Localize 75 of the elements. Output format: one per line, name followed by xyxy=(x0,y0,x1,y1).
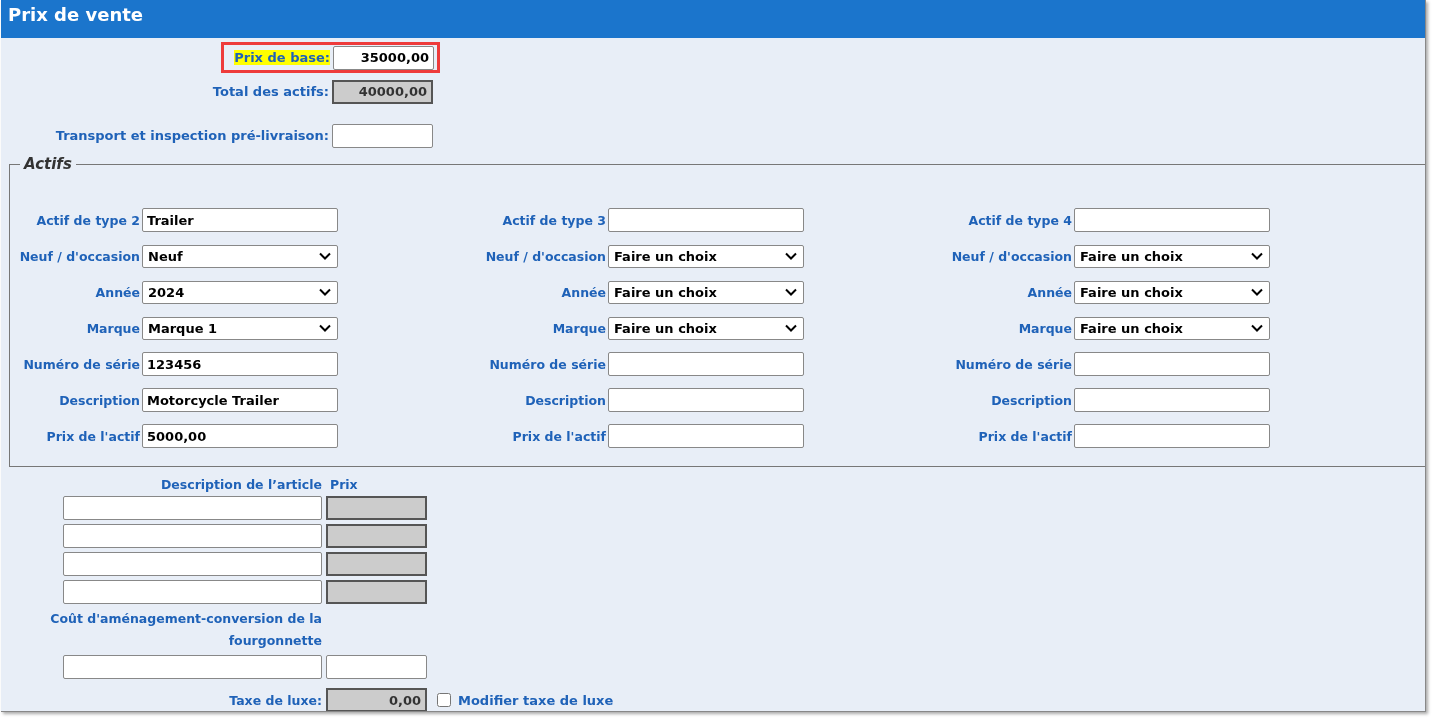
input-field[interactable] xyxy=(63,580,322,604)
field-label: Année xyxy=(560,284,607,300)
input-field[interactable]: 35000,00 xyxy=(333,45,434,70)
readonly-field[interactable] xyxy=(326,524,427,548)
chevron-icon xyxy=(319,324,331,332)
field-label: Année xyxy=(94,284,141,300)
dropdown[interactable]: Faire un choix xyxy=(1074,316,1270,340)
field-label: Prix de l'actif xyxy=(45,428,141,444)
field-label: Marque xyxy=(551,320,607,336)
field-label: Actif de type 2 xyxy=(35,212,141,228)
input-field[interactable] xyxy=(1074,352,1270,376)
field-label: Neuf / d'occasion xyxy=(950,248,1073,264)
field-label: Numéro de série xyxy=(488,356,607,372)
column-header: Prix xyxy=(329,477,358,492)
panel-title: Prix de vente xyxy=(8,4,144,25)
chevron-icon xyxy=(319,252,331,260)
input-field[interactable]: Trailer xyxy=(142,208,338,232)
input-field[interactable] xyxy=(63,655,322,679)
readonly-field[interactable]: 40000,00 xyxy=(332,79,433,104)
checkbox-label[interactable]: Modifier taxe de luxe xyxy=(458,692,614,708)
readonly-field[interactable] xyxy=(326,496,427,520)
readonly-field[interactable] xyxy=(326,580,427,604)
checkbox[interactable] xyxy=(437,693,451,707)
input-field[interactable] xyxy=(63,552,322,576)
input-field[interactable] xyxy=(608,388,804,412)
dropdown[interactable]: Faire un choix xyxy=(1074,244,1270,268)
chevron-icon xyxy=(1251,324,1263,332)
field-label: Neuf / d'occasion xyxy=(484,248,607,264)
dropdown[interactable]: Marque 1 xyxy=(142,316,338,340)
dropdown[interactable]: 2024 xyxy=(142,280,338,304)
input-field[interactable]: 123456 xyxy=(142,352,338,376)
field-label: Actif de type 4 xyxy=(967,212,1073,228)
field-label: Numéro de série xyxy=(954,356,1073,372)
input-field[interactable] xyxy=(326,655,427,679)
dropdown[interactable]: Faire un choix xyxy=(608,316,804,340)
field-label: Total des actifs: xyxy=(212,84,329,99)
field-label: Description xyxy=(990,392,1073,408)
field-label: Marque xyxy=(1017,320,1073,336)
field-label: Prix de l'actif xyxy=(977,428,1073,444)
input-field[interactable] xyxy=(63,524,322,548)
field-label: Transport et inspection pré-livraison: xyxy=(55,128,329,143)
field-label: Prix de base: xyxy=(234,50,330,65)
field-label: Prix de l'actif xyxy=(511,428,607,444)
input-field[interactable] xyxy=(63,496,322,520)
input-field[interactable] xyxy=(1074,208,1270,232)
input-field[interactable] xyxy=(332,123,433,148)
dropdown[interactable]: Faire un choix xyxy=(1074,280,1270,304)
chevron-icon xyxy=(785,252,797,260)
input-field[interactable] xyxy=(1074,388,1270,412)
chevron-icon xyxy=(785,324,797,332)
input-field[interactable] xyxy=(608,208,804,232)
field-label: Numéro de série xyxy=(22,356,141,372)
readonly-field[interactable] xyxy=(326,552,427,576)
field-label: Marque xyxy=(85,320,141,336)
field-label: Année xyxy=(1026,284,1073,300)
chevron-icon xyxy=(1251,288,1263,296)
dropdown[interactable]: Faire un choix xyxy=(608,280,804,304)
dropdown[interactable]: Faire un choix xyxy=(608,244,804,268)
chevron-icon xyxy=(1251,252,1263,260)
input-field[interactable] xyxy=(608,352,804,376)
readonly-field[interactable]: 0,00 xyxy=(326,688,427,711)
input-field[interactable]: 5000,00 xyxy=(142,424,338,448)
field-label: Coût d'aménagement-conversion de la fourgonnette xyxy=(49,610,322,650)
input-field[interactable] xyxy=(608,424,804,448)
dropdown[interactable]: Neuf xyxy=(142,244,338,268)
field-label: Actif de type 3 xyxy=(501,212,607,228)
chevron-icon xyxy=(319,288,331,296)
field-label: Description xyxy=(524,392,607,408)
input-field[interactable]: Motorcycle Trailer xyxy=(142,388,338,412)
column-header: Description de l’article xyxy=(159,477,322,492)
input-field[interactable] xyxy=(1074,424,1270,448)
field-label: Description xyxy=(58,392,141,408)
chevron-icon xyxy=(785,288,797,296)
field-label: Taxe de luxe: xyxy=(228,692,322,708)
field-label: Neuf / d'occasion xyxy=(18,248,141,264)
